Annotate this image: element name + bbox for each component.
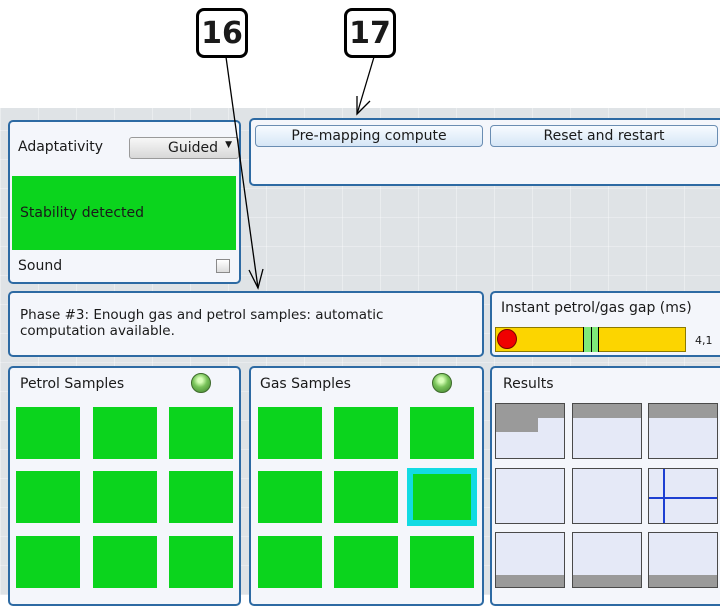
result-gray-band bbox=[573, 404, 641, 418]
adaptativity-dropdown[interactable]: Guided ▼ bbox=[129, 137, 239, 159]
petrol-samples-title: Petrol Samples bbox=[20, 376, 125, 392]
result-blue-vertical-line bbox=[663, 469, 665, 523]
phase-text-line1: Phase #3: Enough gas and petrol samples:… bbox=[20, 307, 384, 323]
premapping-compute-button[interactable]: Pre-mapping compute bbox=[255, 125, 483, 147]
gas-sample-tile[interactable] bbox=[334, 471, 398, 523]
phase-text-line2: computation available. bbox=[20, 323, 175, 339]
result-cell[interactable] bbox=[572, 532, 642, 588]
result-gray-band bbox=[573, 575, 641, 587]
result-cell[interactable] bbox=[648, 403, 718, 459]
gas-sample-tile[interactable] bbox=[258, 407, 322, 459]
callout-16-label: 16 bbox=[201, 15, 243, 51]
adaptativity-value: Guided bbox=[168, 140, 218, 156]
petrol-sample-tile[interactable] bbox=[169, 407, 233, 459]
gas-sample-tile-fill bbox=[413, 474, 471, 520]
petrol-sample-tile[interactable] bbox=[93, 536, 157, 588]
result-cell[interactable] bbox=[495, 532, 565, 588]
adaptativity-label: Adaptativity bbox=[18, 139, 104, 155]
result-gray-band bbox=[649, 404, 717, 418]
gap-title: Instant petrol/gas gap (ms) bbox=[501, 300, 692, 316]
petrol-sample-tile[interactable] bbox=[93, 471, 157, 523]
chevron-down-icon: ▼ bbox=[225, 140, 232, 150]
petrol-status-led bbox=[191, 373, 211, 393]
result-gray-band bbox=[496, 575, 564, 587]
gap-value: 4,1 bbox=[695, 334, 713, 347]
callout-16: 16 bbox=[196, 8, 248, 58]
gas-sample-tile[interactable] bbox=[258, 471, 322, 523]
result-cell[interactable] bbox=[495, 403, 565, 459]
gas-sample-tile[interactable] bbox=[334, 407, 398, 459]
gas-sample-tile[interactable] bbox=[410, 536, 474, 588]
result-cell[interactable] bbox=[572, 468, 642, 524]
result-blue-horizontal-line bbox=[649, 497, 717, 499]
petrol-sample-tile[interactable] bbox=[93, 407, 157, 459]
gas-samples-title: Gas Samples bbox=[260, 376, 351, 392]
gas-status-led bbox=[432, 373, 452, 393]
petrol-sample-tile[interactable] bbox=[16, 536, 80, 588]
petrol-sample-tile[interactable] bbox=[169, 536, 233, 588]
gas-sample-tile[interactable] bbox=[410, 407, 474, 459]
gap-indicator-dot bbox=[497, 329, 517, 349]
gas-sample-tile-selected[interactable] bbox=[407, 468, 477, 526]
sound-checkbox[interactable] bbox=[216, 259, 230, 273]
callout-17-label: 17 bbox=[349, 15, 391, 51]
result-gray-band bbox=[496, 404, 564, 418]
sound-label: Sound bbox=[18, 258, 63, 274]
petrol-sample-tile[interactable] bbox=[16, 471, 80, 523]
petrol-sample-tile[interactable] bbox=[16, 407, 80, 459]
callout-17: 17 bbox=[344, 8, 396, 58]
reset-restart-button[interactable]: Reset and restart bbox=[490, 125, 718, 147]
gap-marker-line bbox=[591, 327, 592, 352]
gas-sample-tile[interactable] bbox=[258, 536, 322, 588]
result-cell[interactable] bbox=[648, 532, 718, 588]
result-gray-band bbox=[649, 575, 717, 587]
results-title: Results bbox=[503, 376, 554, 392]
petrol-sample-tile[interactable] bbox=[169, 471, 233, 523]
stability-status: Stability detected bbox=[12, 176, 236, 250]
result-cell[interactable] bbox=[572, 403, 642, 459]
result-cell[interactable] bbox=[648, 468, 718, 524]
result-gray-step bbox=[496, 418, 538, 432]
stability-status-text: Stability detected bbox=[20, 205, 145, 221]
result-cell[interactable] bbox=[495, 468, 565, 524]
gas-sample-tile[interactable] bbox=[334, 536, 398, 588]
